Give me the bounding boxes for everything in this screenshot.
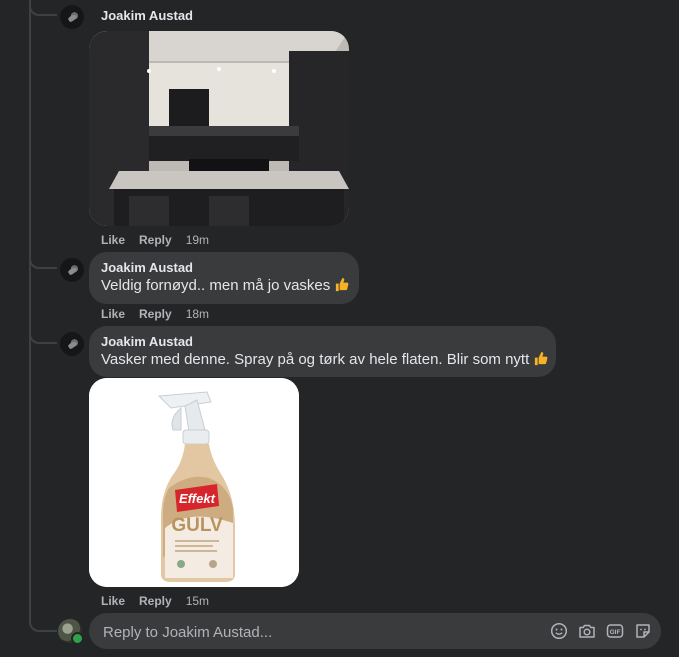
emoji-icon[interactable] <box>550 622 568 640</box>
thumbs-up-icon <box>533 351 548 372</box>
like-button[interactable]: Like <box>101 233 125 247</box>
thread-connector <box>29 330 57 344</box>
comment-actions: Like Reply 19m <box>101 233 209 247</box>
comment-actions: Like Reply 15m <box>101 594 209 608</box>
comment-text: Vasker med denne. Spray på og tørk av he… <box>101 351 530 368</box>
kitchen-photo[interactable] <box>89 31 349 226</box>
product-name: GULV <box>171 515 223 536</box>
thread-connector <box>29 614 57 632</box>
sticker-icon[interactable] <box>634 622 652 640</box>
thumbs-up-icon <box>334 277 349 298</box>
comment-author[interactable]: Joakim Austad <box>101 260 347 276</box>
comment-bubble: Joakim Austad Vasker med denne. Spray på… <box>89 326 556 377</box>
svg-text:GIF: GIF <box>610 629 621 636</box>
camera-icon[interactable] <box>578 622 596 640</box>
reply-button[interactable]: Reply <box>139 307 172 321</box>
current-user-avatar[interactable] <box>58 619 84 645</box>
comment-text: Veldig fornøyd.. men må jo vaskes <box>101 277 331 294</box>
reply-input[interactable] <box>101 613 545 651</box>
online-indicator <box>71 632 84 645</box>
reply-button[interactable]: Reply <box>139 233 172 247</box>
comment-author[interactable]: Joakim Austad <box>101 8 193 23</box>
product-photo[interactable]: Effekt GULV <box>89 378 299 587</box>
gif-icon[interactable]: GIF <box>606 622 624 640</box>
timestamp[interactable]: 19m <box>186 233 209 247</box>
product-brand: Effekt <box>179 491 216 506</box>
avatar[interactable] <box>60 258 84 282</box>
like-button[interactable]: Like <box>101 307 125 321</box>
reply-button[interactable]: Reply <box>139 594 172 608</box>
avatar[interactable] <box>60 332 84 356</box>
like-button[interactable]: Like <box>101 594 125 608</box>
comment-actions: Like Reply 18m <box>101 307 209 321</box>
comment-author[interactable]: Joakim Austad <box>101 334 544 350</box>
avatar[interactable] <box>60 5 84 29</box>
timestamp[interactable]: 18m <box>186 307 209 321</box>
timestamp[interactable]: 15m <box>186 594 209 608</box>
thread-connector <box>29 255 57 269</box>
thread-line <box>29 0 31 625</box>
comment-bubble: Joakim Austad Veldig fornøyd.. men må jo… <box>89 252 359 304</box>
thread-connector <box>29 0 57 16</box>
reply-box: GIF <box>89 613 661 651</box>
